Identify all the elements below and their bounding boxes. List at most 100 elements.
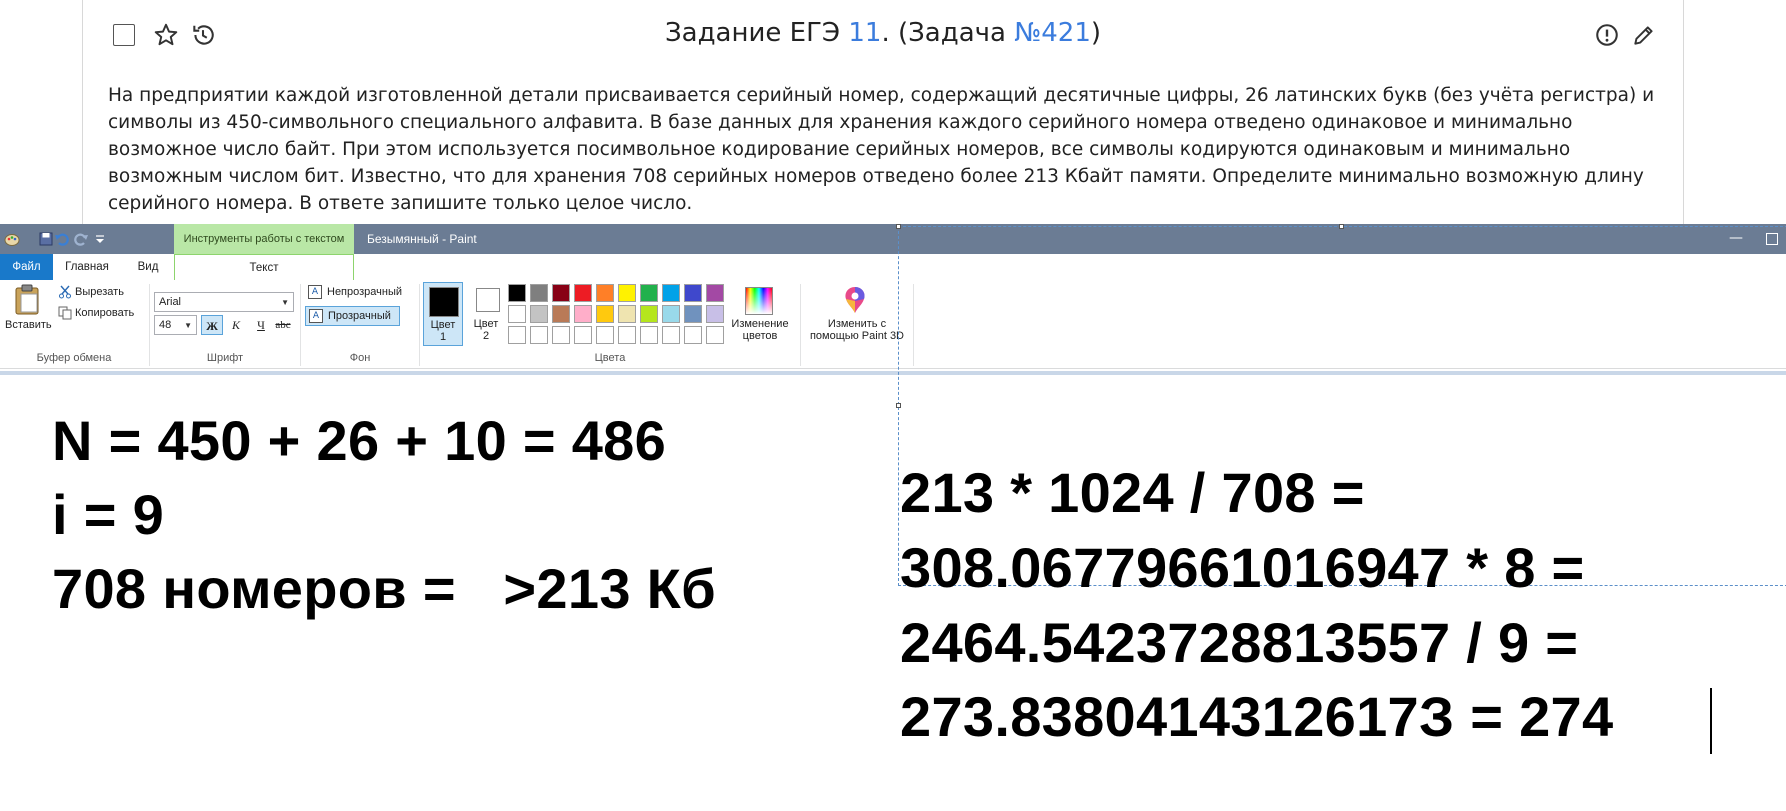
customize-quick-access-icon[interactable]	[92, 231, 108, 247]
palette-swatch[interactable]	[596, 284, 614, 302]
redo-icon[interactable]	[73, 231, 89, 247]
edit-icon[interactable]	[1631, 22, 1657, 48]
strikethrough-button[interactable]: abc	[272, 315, 294, 335]
canvas-text-line: 708 номеров = >213 Кб	[52, 557, 716, 620]
palette-swatch[interactable]	[662, 305, 680, 323]
palette-swatch[interactable]	[640, 305, 658, 323]
palette-swatch[interactable]	[530, 326, 548, 344]
paint3d-label[interactable]: Изменить с помощью Paint 3D	[803, 318, 911, 342]
palette-swatch[interactable]	[618, 326, 636, 344]
background-group-label: Фон	[349, 352, 371, 364]
palette-swatch[interactable]	[662, 284, 680, 302]
text-cursor	[1710, 688, 1712, 754]
palette-swatch[interactable]	[552, 284, 570, 302]
transparent-label: Прозрачный	[328, 310, 391, 322]
edit-colors-label-line1: Изменение	[731, 318, 789, 330]
group-separator	[800, 284, 801, 366]
tab-file[interactable]: Файл	[0, 254, 53, 280]
palette-swatch[interactable]	[552, 305, 570, 323]
canvas-text-line: 273.8380414312617З = 274	[900, 685, 1614, 748]
font-family-value: Arial	[159, 296, 182, 308]
color2-label: Цвет 2	[466, 318, 506, 342]
palette-swatch[interactable]	[552, 326, 570, 344]
palette-swatch[interactable]	[662, 326, 680, 344]
font-size-value: 48	[159, 319, 172, 331]
palette-swatch[interactable]	[596, 305, 614, 323]
color2-label-line2: 2	[482, 330, 490, 342]
canvas-text-line: i = 9	[52, 483, 165, 546]
underline-button[interactable]: Ч	[250, 315, 272, 335]
font-size-select[interactable]: 48 ▼	[154, 315, 197, 335]
palette-swatch[interactable]	[530, 284, 548, 302]
cut-icon[interactable]	[58, 285, 72, 299]
color-palette	[508, 284, 728, 346]
resize-handle[interactable]	[1339, 224, 1344, 229]
task-number-link[interactable]: 11	[848, 18, 881, 48]
chevron-down-icon: ▼	[184, 321, 192, 330]
canvas-text-line: 213 * 1024 / 708 =	[900, 461, 1365, 524]
opaque-background-option[interactable]: A Непрозрачный	[305, 283, 403, 303]
task-statement: На предприятии каждой изготовленной дета…	[108, 85, 1655, 214]
edit-colors-label[interactable]: Изменение цветов	[722, 318, 798, 342]
colors-group-label: Цвета	[594, 352, 626, 364]
palette-swatch[interactable]	[508, 284, 526, 302]
paint3d-label-line2: помощью Paint 3D	[809, 330, 905, 342]
color1-label-line2: 1	[439, 331, 447, 343]
clipboard-group-label: Буфер обмена	[36, 352, 112, 364]
palette-swatch[interactable]	[640, 284, 658, 302]
palette-swatch[interactable]	[574, 326, 592, 344]
palette-swatch[interactable]	[640, 326, 658, 344]
palette-swatch[interactable]	[596, 326, 614, 344]
palette-swatch[interactable]	[574, 284, 592, 302]
color1-label: Цвет 1	[424, 319, 462, 343]
text-selection-box[interactable]	[896, 224, 1786, 586]
palette-swatch[interactable]	[684, 326, 702, 344]
canvas-text-line: 2464.5423728813557 / 9 =	[900, 611, 1579, 674]
paint3d-label-line1: Изменить с	[827, 318, 887, 330]
palette-swatch[interactable]	[684, 305, 702, 323]
title-suffix: )	[1090, 18, 1102, 48]
bold-button[interactable]: Ж	[201, 315, 223, 335]
text-background-icon: A	[309, 309, 323, 323]
task-card: Задание ЕГЭ 11. (Задача №421) На предпри…	[82, 0, 1684, 224]
palette-swatch[interactable]	[508, 326, 526, 344]
palette-swatch[interactable]	[530, 305, 548, 323]
save-icon[interactable]	[38, 231, 54, 247]
palette-swatch[interactable]	[508, 305, 526, 323]
title-middle: . (Задача	[881, 18, 1015, 48]
palette-swatch[interactable]	[618, 284, 636, 302]
palette-swatch[interactable]	[684, 284, 702, 302]
resize-handle[interactable]	[896, 224, 901, 229]
edit-colors-label-line2: цветов	[742, 330, 778, 342]
color1-button[interactable]: Цвет 1	[423, 282, 463, 346]
palette-swatch[interactable]	[618, 305, 636, 323]
tab-text[interactable]: Текст	[174, 254, 354, 281]
canvas-text-line: 308.06779661016947 * 8 =	[900, 536, 1585, 599]
copy-button[interactable]: Копировать	[75, 307, 134, 319]
edit-colors-icon[interactable]	[745, 287, 773, 315]
color2-label-line1: Цвет	[473, 318, 499, 330]
paint3d-icon[interactable]	[840, 285, 870, 315]
opaque-label: Непрозрачный	[327, 286, 403, 298]
tab-view[interactable]: Вид	[120, 254, 176, 280]
color2-button[interactable]	[476, 288, 500, 312]
palette-swatch[interactable]	[706, 284, 724, 302]
paste-label: Вставить	[5, 319, 52, 331]
report-icon[interactable]	[1594, 22, 1620, 48]
transparent-background-option[interactable]: A Прозрачный	[305, 306, 400, 326]
font-group-label: Шрифт	[206, 352, 244, 364]
problem-number-link[interactable]: №421	[1014, 18, 1091, 48]
text-tools-context-tab: Инструменты работы с текстом	[174, 224, 354, 254]
copy-icon[interactable]	[58, 306, 72, 320]
resize-handle[interactable]	[896, 403, 901, 408]
italic-button[interactable]: К	[225, 315, 247, 335]
paint-app-icon[interactable]	[4, 231, 20, 247]
paste-icon	[15, 284, 39, 315]
title-prefix: Задание ЕГЭ	[664, 18, 849, 48]
undo-icon[interactable]	[54, 231, 70, 247]
cut-button[interactable]: Вырезать	[75, 286, 124, 298]
tab-home[interactable]: Главная	[57, 254, 117, 280]
window-title: Безымянный - Paint	[367, 232, 477, 246]
palette-swatch[interactable]	[574, 305, 592, 323]
font-family-select[interactable]: Arial ▼	[154, 292, 294, 312]
